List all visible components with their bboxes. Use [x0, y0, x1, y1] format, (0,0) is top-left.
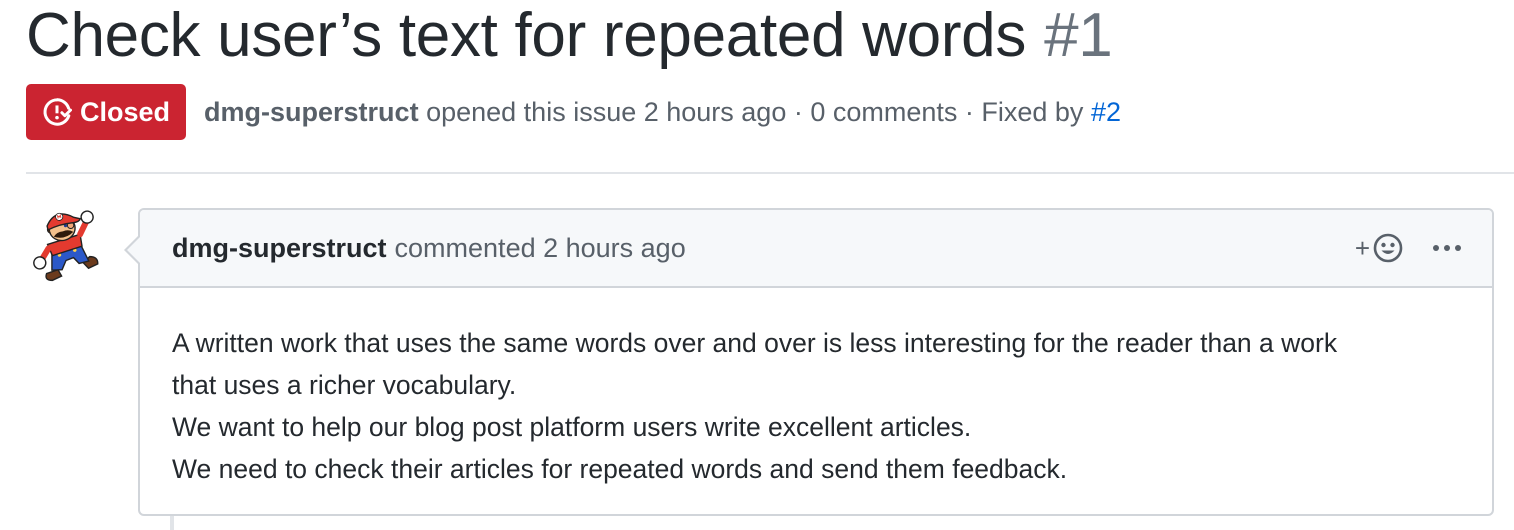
fixed-by-link[interactable]: #2	[1091, 97, 1121, 127]
status-badge: Closed	[26, 84, 187, 140]
comment-options-button[interactable]	[1432, 243, 1462, 253]
plus-icon: +	[1354, 233, 1370, 263]
issue-title: Check user’s text for repeated words #1	[26, 0, 1113, 74]
issue-title-text: Check user’s text for repeated words	[26, 1, 1027, 70]
paper-mario-avatar-icon	[33, 210, 99, 282]
comment-author-link[interactable]: dmg-superstruct	[172, 233, 387, 264]
issue-closed-icon	[43, 98, 72, 126]
comment-line: We need to check their articles for repe…	[172, 454, 1068, 484]
comment-line: A written work that uses the same words …	[172, 328, 1338, 358]
kebab-horizontal-icon	[1433, 245, 1461, 251]
smiley-icon	[1373, 233, 1403, 263]
issue-author-link[interactable]: dmg-superstruct	[204, 97, 419, 127]
comment-pointer-fill	[127, 236, 141, 264]
comment-timestamp-link[interactable]: commented 2 hours ago	[395, 233, 686, 264]
issue-meta-text: dmg-superstruct opened this issue 2 hour…	[204, 97, 1121, 128]
comment-line: We want to help our blog post platform u…	[172, 412, 972, 442]
header-divider	[26, 172, 1514, 174]
add-reaction-button[interactable]: +	[1355, 232, 1404, 264]
comment-header: dmg-superstruct commented 2 hours ago +	[140, 210, 1492, 288]
avatar[interactable]	[26, 204, 106, 284]
comment-line: that uses a richer vocabulary.	[172, 370, 517, 400]
status-badge-label: Closed	[80, 96, 171, 127]
issue-number: #1	[1044, 1, 1113, 70]
issue-opened-text: opened this issue 2 hours ago · 0 commen…	[426, 96, 1084, 127]
timeline-line	[170, 516, 174, 530]
comment-body: A written work that uses the same words …	[140, 288, 1492, 490]
issue-meta: Closed dmg-superstruct opened this issue…	[26, 84, 1121, 140]
comment-actions: +	[1355, 210, 1462, 286]
comment-box: dmg-superstruct commented 2 hours ago +	[124, 208, 1494, 516]
